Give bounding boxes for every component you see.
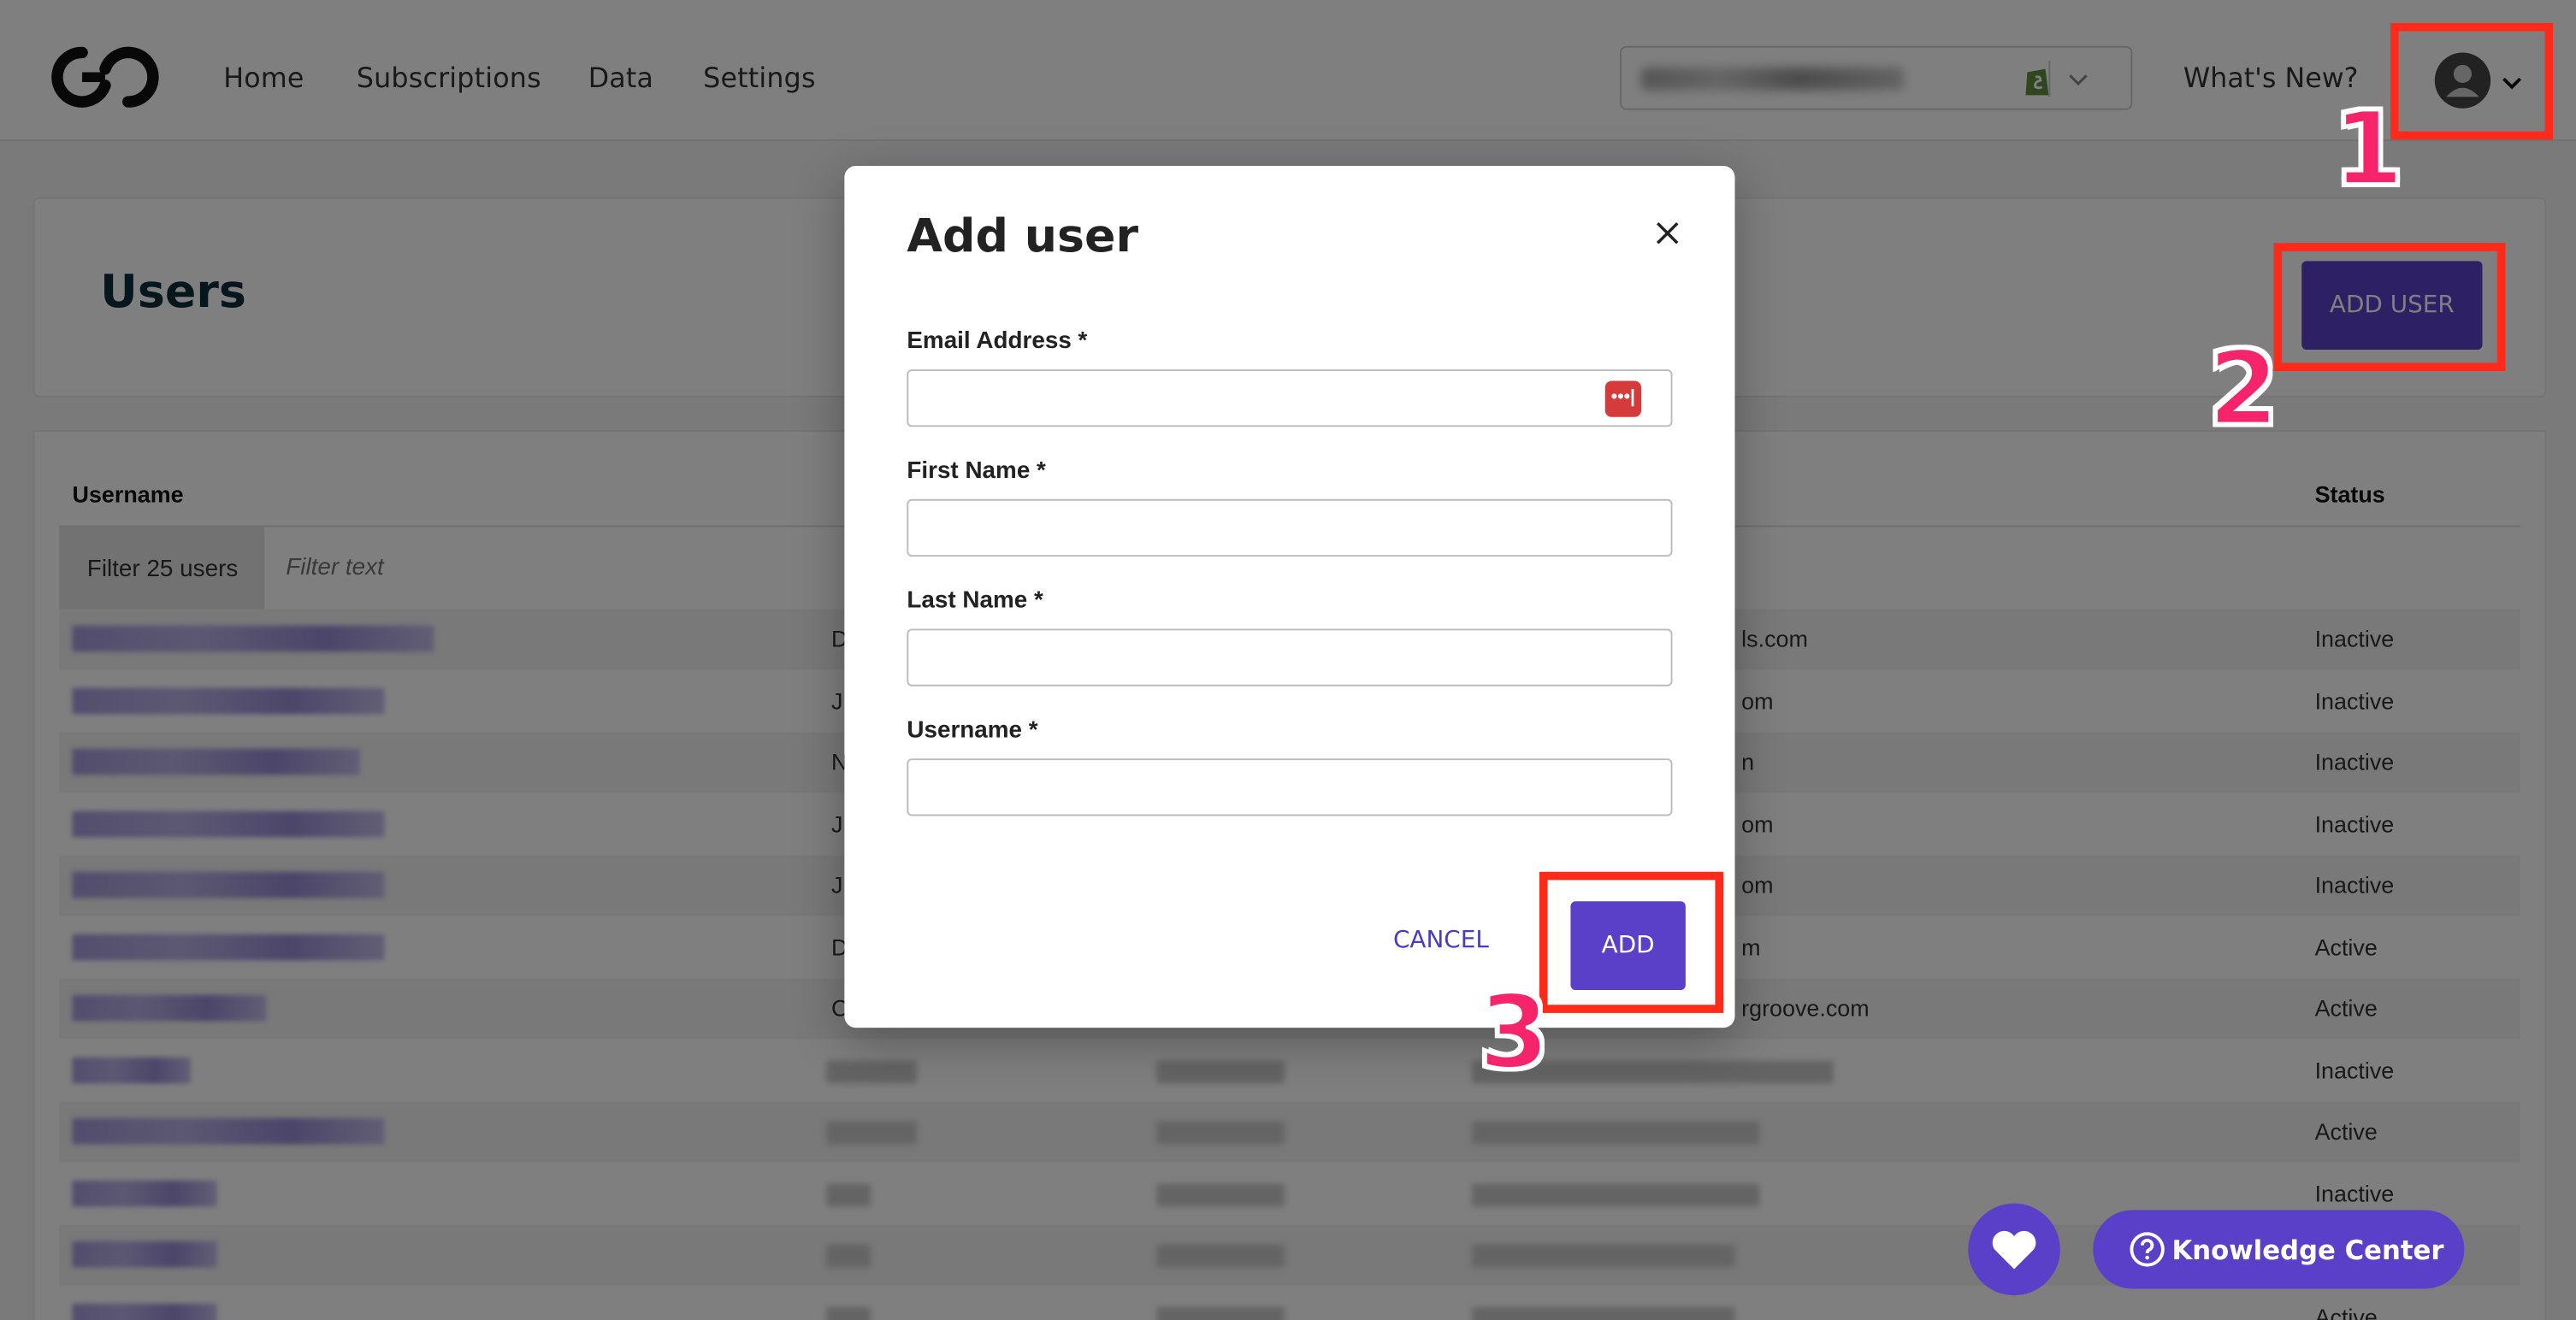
close-icon[interactable] [1650, 215, 1686, 251]
email-field[interactable] [907, 369, 1673, 427]
password-manager-icon[interactable]: •••| [1604, 380, 1641, 417]
annotation-box-3 [1539, 871, 1724, 1013]
last-name-field[interactable] [907, 628, 1673, 687]
email-label: Email Address * [907, 328, 1088, 355]
username-field[interactable] [907, 758, 1673, 816]
annotation-number-1: 1 [2331, 88, 2406, 209]
annotation-number-3: 3 [1477, 971, 1551, 1093]
first-name-label: First Name * [907, 457, 1046, 485]
app-root: Home Subscriptions Data Settings What's … [0, 0, 2576, 1320]
annotation-box-2 [2273, 243, 2506, 372]
annotation-box-1 [2390, 22, 2554, 140]
last-name-label: Last Name * [907, 587, 1043, 615]
annotation-number-2: 2 [2207, 328, 2281, 449]
dialog-title: Add user [907, 208, 1139, 263]
first-name-field[interactable] [907, 498, 1673, 557]
help-circle-icon [2130, 1232, 2165, 1267]
username-label: Username * [907, 717, 1038, 744]
heart-icon[interactable] [1968, 1203, 2060, 1296]
cancel-button[interactable]: CANCEL [1393, 928, 1489, 954]
